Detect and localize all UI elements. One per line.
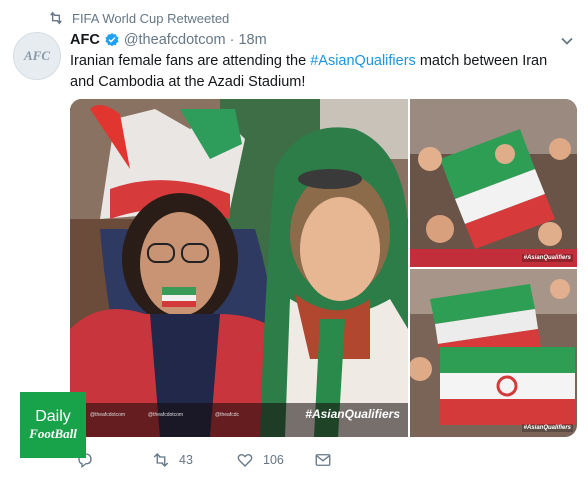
header-separator: · (229, 32, 235, 48)
author-name[interactable]: AFC (70, 32, 100, 48)
tweet-text-before: Iranian female fans are attending the (70, 53, 311, 69)
like-count: 106 (263, 453, 284, 467)
avatar[interactable]: AFC (13, 32, 61, 80)
author-handle[interactable]: @theafcdotcom (124, 32, 226, 48)
tweet-header: AFC @theafcdotcom · 18m (70, 30, 267, 50)
retweet-context-text: FIFA World Cup Retweeted (72, 10, 230, 26)
heart-icon (237, 453, 253, 467)
chevron-down-icon[interactable] (560, 34, 574, 48)
main-photo-hashtag: #AsianQualifiers (305, 407, 400, 421)
main-photo-illustration (70, 99, 408, 437)
thumb-top-hashtag: #AsianQualifiers (521, 254, 573, 262)
watermark-line-1: Daily (35, 408, 71, 425)
retweet-context[interactable]: FIFA World Cup Retweeted (48, 9, 229, 27)
hashtag-link[interactable]: #AsianQualifiers (310, 53, 416, 69)
caption-credit-3: @theafcdc (215, 412, 239, 418)
envelope-icon (315, 454, 331, 466)
thumb-bottom-hashtag: #AsianQualifiers (521, 424, 573, 432)
main-photo[interactable]: @theafcdotcom @theafcdotcom @theafcdc #A… (70, 99, 408, 437)
tweet-actions: 43 106 (70, 448, 570, 472)
caption-credit-1: @theafcdotcom (90, 412, 126, 418)
like-button[interactable]: 106 (236, 448, 284, 472)
verified-badge-icon (105, 33, 119, 47)
daily-football-watermark: Daily FootBall (20, 392, 86, 458)
tweet-timestamp[interactable]: 18m (238, 32, 266, 48)
caption-credit-2: @theafcdotcom (148, 412, 184, 418)
retweet-count: 43 (179, 453, 193, 467)
retweet-icon (153, 453, 169, 467)
watermark-line-2: FootBall (29, 426, 77, 441)
thumb-photo-bottom[interactable]: #AsianQualifiers (410, 269, 577, 437)
media-grid: @theafcdotcom @theafcdotcom @theafcdc #A… (70, 99, 577, 437)
avatar-logo-text: AFC (23, 48, 50, 63)
tweet-text: Iranian female fans are attending the #A… (70, 51, 570, 93)
crowd-illustration-bottom (410, 269, 577, 437)
retweet-button[interactable]: 43 (152, 448, 193, 472)
crowd-illustration-top (410, 99, 577, 267)
thumb-photo-top[interactable]: #AsianQualifiers (410, 99, 577, 267)
direct-message-button[interactable] (314, 448, 341, 472)
retweet-icon (50, 11, 62, 25)
